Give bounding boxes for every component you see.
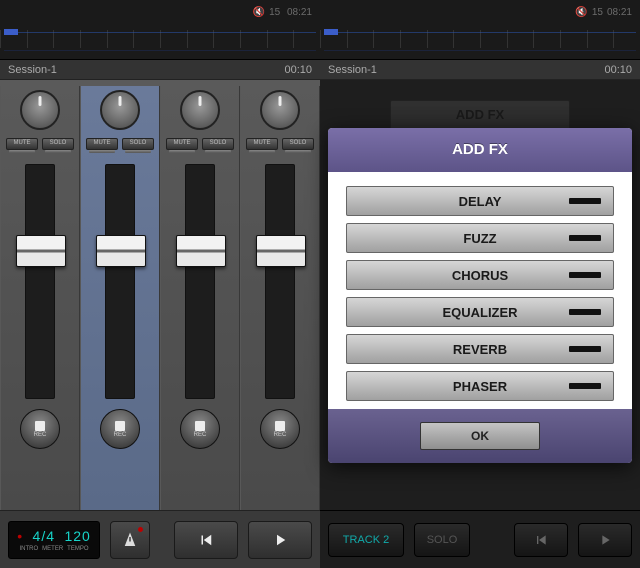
mixer-screen: 🔇15 08:21 Session-1 00:10 MUTE SOLO REC … [0,0,320,568]
solo-button[interactable]: SOLO [42,138,74,150]
rewind-button[interactable] [174,521,238,559]
status-bar: 🔇1508:21 [320,0,640,25]
add-fx-screen: 🔇1508:21 Session-100:10 ADD FX ADD FX DE… [320,0,640,568]
mixer: MUTE SOLO REC MUTE SOLO REC MUTE SOLO RE… [0,80,320,510]
add-fx-dialog: ADD FX DELAY FUZZ CHORUS EQUALIZER REVER… [328,128,632,463]
channel-2[interactable]: MUTE SOLO REC [80,86,160,510]
mute-button[interactable]: MUTE [86,138,118,150]
fader[interactable] [25,164,55,399]
channel-3[interactable]: MUTE SOLO REC [160,86,240,510]
transport-bar: • 4/4 120 INTROMETERTEMPO [0,510,320,568]
tempo-display[interactable]: • 4/4 120 INTROMETERTEMPO [8,521,100,559]
metronome-mute-button[interactable] [110,521,150,559]
timeline[interactable] [0,25,320,60]
pan-knob[interactable] [100,90,140,130]
timeline [320,25,640,60]
transport-bar: TRACK 2 SOLO [320,510,640,568]
mute-button[interactable]: MUTE [246,138,278,150]
status-bar: 🔇15 08:21 [0,0,320,25]
dialog-title: ADD FX [328,128,632,172]
solo-button[interactable]: SOLO [414,523,470,557]
session-name: Session-1 [8,64,57,76]
clock: 08:21 [287,7,312,18]
fx-option-phaser[interactable]: PHASER [346,371,614,401]
session-bar: Session-1 00:10 [0,60,320,80]
record-button[interactable]: REC [180,409,220,449]
record-button[interactable]: REC [260,409,300,449]
channel-1[interactable]: MUTE SOLO REC [0,86,80,510]
pan-knob[interactable] [20,90,60,130]
fader[interactable] [265,164,295,399]
pan-knob[interactable] [260,90,300,130]
record-button[interactable]: REC [100,409,140,449]
session-time: 00:10 [284,64,312,76]
fx-option-reverb[interactable]: REVERB [346,334,614,364]
mute-button[interactable]: MUTE [166,138,198,150]
solo-button[interactable]: SOLO [282,138,314,150]
record-button[interactable]: REC [20,409,60,449]
fader[interactable] [185,164,215,399]
pan-knob[interactable] [180,90,220,130]
fx-option-fuzz[interactable]: FUZZ [346,223,614,253]
track-selector[interactable]: TRACK 2 [328,523,404,557]
play-button[interactable] [578,523,632,557]
play-button[interactable] [248,521,312,559]
session-bar: Session-100:10 [320,60,640,80]
fader[interactable] [105,164,135,399]
channel-4[interactable]: MUTE SOLO REC [240,86,320,510]
status-icons: 🔇15 08:21 [249,7,312,18]
fx-options: DELAY FUZZ CHORUS EQUALIZER REVERB PHASE… [328,172,632,409]
mute-button[interactable]: MUTE [6,138,38,150]
solo-button[interactable]: SOLO [202,138,234,150]
fx-option-delay[interactable]: DELAY [346,186,614,216]
rewind-button[interactable] [514,523,568,557]
timeline-region[interactable] [4,29,18,35]
solo-button[interactable]: SOLO [122,138,154,150]
fx-option-chorus[interactable]: CHORUS [346,260,614,290]
ok-button[interactable]: OK [420,422,540,450]
fx-option-equalizer[interactable]: EQUALIZER [346,297,614,327]
